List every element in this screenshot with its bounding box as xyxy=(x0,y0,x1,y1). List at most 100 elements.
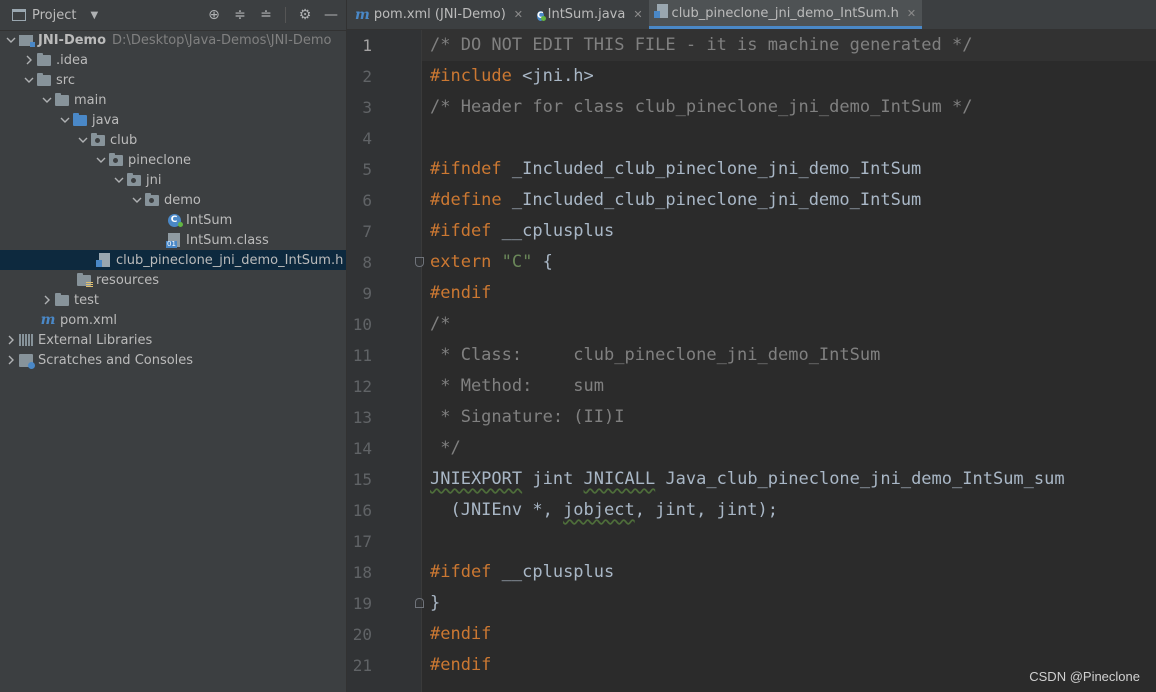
close-icon[interactable]: ✕ xyxy=(514,8,523,21)
code-line: (JNIEnv *, jobject, jint, jint); xyxy=(422,495,1156,526)
tree-item-jni-demo[interactable]: JNI-Demo D:\Desktop\Java-Demos\JNI-Demo xyxy=(0,30,346,50)
code-line: * Signature: (II)I xyxy=(422,402,1156,433)
header-file-icon xyxy=(653,4,668,22)
tree-item-label: test xyxy=(74,292,99,308)
code-line: } xyxy=(422,588,1156,619)
line-number: 5 xyxy=(362,160,372,179)
tree-item-java[interactable]: java xyxy=(0,110,346,130)
line-number: 3 xyxy=(362,98,372,117)
tree-item-main[interactable]: main xyxy=(0,90,346,110)
code-text: jint xyxy=(522,469,584,489)
line-number: 9 xyxy=(362,284,372,303)
tree-item-demo[interactable]: demo xyxy=(0,190,346,210)
code-line: #ifdef __cplusplus xyxy=(422,557,1156,588)
locate-icon[interactable]: ⊕ xyxy=(205,6,223,24)
tree-item-club[interactable]: club xyxy=(0,130,346,150)
tree-item-label: Scratches and Consoles xyxy=(38,352,194,368)
library-icon xyxy=(18,332,34,348)
keyword: extern xyxy=(430,252,492,272)
code-line: #include <jni.h> xyxy=(422,61,1156,92)
tree-item-src[interactable]: src xyxy=(0,70,346,90)
chevron-down-icon[interactable] xyxy=(76,137,90,143)
chevron-down-icon[interactable] xyxy=(40,97,54,103)
gear-icon[interactable]: ⚙ xyxy=(296,6,314,24)
directive-keyword: #endif xyxy=(430,283,492,303)
tree-item-jni[interactable]: jni xyxy=(0,170,346,190)
tree-item-header-file[interactable]: club_pineclone_jni_demo_IntSum.h xyxy=(0,250,346,270)
close-icon[interactable]: ✕ xyxy=(633,8,642,21)
code-line: JNIEXPORT jint JNICALL Java_club_pineclo… xyxy=(422,464,1156,495)
line-number: 17 xyxy=(352,532,372,551)
chevron-down-icon[interactable] xyxy=(4,37,18,43)
tree-item-intsum[interactable]: C IntSum xyxy=(0,210,346,230)
chevron-right-icon[interactable] xyxy=(4,335,18,345)
line-number: 14 xyxy=(352,439,372,458)
project-toolbar: ⊕ ≑ ≐ ⚙ — xyxy=(205,6,340,24)
tree-item-label: pineclone xyxy=(128,152,192,168)
expand-all-icon[interactable]: ≑ xyxy=(231,6,249,24)
folder-icon xyxy=(54,292,70,308)
package-icon xyxy=(90,132,106,148)
comment-text: * Class: club_pineclone_jni_demo_IntSum xyxy=(430,345,881,365)
source-folder-icon xyxy=(72,112,88,128)
minimize-icon[interactable]: — xyxy=(322,6,340,24)
code-text: { xyxy=(532,252,553,272)
chevron-down-icon[interactable] xyxy=(58,117,72,123)
project-tree: JNI-Demo D:\Desktop\Java-Demos\JNI-Demo … xyxy=(0,30,346,370)
chevron-down-icon[interactable]: ▼ xyxy=(90,10,98,21)
code-line: extern "C" { xyxy=(422,247,1156,278)
code-text: __cplusplus xyxy=(491,562,615,582)
code-editor[interactable]: /* DO NOT EDIT THIS FILE - it is machine… xyxy=(422,30,1156,692)
chevron-down-icon[interactable] xyxy=(112,177,126,183)
directive-keyword: #ifdef xyxy=(430,562,492,582)
module-path: D:\Desktop\Java-Demos\JNI-Demo xyxy=(112,32,332,48)
chevron-down-icon[interactable] xyxy=(22,77,36,83)
tree-item-label: src xyxy=(56,72,75,88)
code-line: /* xyxy=(422,309,1156,340)
tree-item-label: jni xyxy=(146,172,162,188)
project-header: Project ▼ ⊕ ≑ ≐ ⚙ — xyxy=(0,0,346,31)
class-file-icon xyxy=(166,232,182,248)
code-text: jobject xyxy=(563,500,635,520)
comment-text: */ xyxy=(430,438,461,458)
tree-item-label: java xyxy=(92,112,120,128)
tab-header-file[interactable]: club_pineclone_jni_demo_IntSum.h ✕ xyxy=(648,0,923,29)
tree-item-pom[interactable]: m pom.xml xyxy=(0,310,346,330)
tab-pom-xml[interactable]: m pom.xml (JNI-Demo) ✕ xyxy=(347,0,529,29)
directive-keyword: #include xyxy=(430,66,512,86)
class-icon: C xyxy=(166,212,183,228)
code-line: */ xyxy=(422,433,1156,464)
directive-keyword: #ifdef xyxy=(430,221,492,241)
code-line: /* Header for class club_pineclone_jni_d… xyxy=(422,92,1156,123)
directive-keyword: #endif xyxy=(430,655,492,675)
line-number-gutter[interactable]: 1 2 3 4 5 6 7 8 9 10 11 12 13 14 15 16 1… xyxy=(347,30,424,692)
tree-item-idea[interactable]: .idea xyxy=(0,50,346,70)
tree-item-resources[interactable]: resources xyxy=(0,270,346,290)
chevron-right-icon[interactable] xyxy=(22,55,36,65)
tree-item-external-libraries[interactable]: External Libraries xyxy=(0,330,346,350)
folder-icon xyxy=(36,72,52,88)
line-number: 16 xyxy=(352,501,372,520)
package-icon xyxy=(144,192,160,208)
code-line: #ifndef _Included_club_pineclone_jni_dem… xyxy=(422,154,1156,185)
tree-item-label: club xyxy=(110,132,138,148)
tree-item-scratches[interactable]: Scratches and Consoles xyxy=(0,350,346,370)
tree-item-intsum-class[interactable]: IntSum.class xyxy=(0,230,346,250)
line-number: 19 xyxy=(352,594,372,613)
directive-keyword: #define xyxy=(430,190,502,210)
collapse-all-icon[interactable]: ≐ xyxy=(257,6,275,24)
maven-icon: m xyxy=(355,6,370,23)
chevron-down-icon[interactable] xyxy=(94,157,108,163)
tab-intsum-java[interactable]: C IntSum.java ✕ xyxy=(529,0,649,29)
package-icon xyxy=(126,172,142,188)
chevron-right-icon[interactable] xyxy=(4,355,18,365)
close-icon[interactable]: ✕ xyxy=(907,7,916,20)
chevron-down-icon[interactable] xyxy=(130,197,144,203)
tree-item-pineclone[interactable]: pineclone xyxy=(0,150,346,170)
project-title[interactable]: Project xyxy=(32,8,76,23)
toolbar-divider xyxy=(285,7,286,23)
line-number: 18 xyxy=(352,563,372,582)
tree-item-test[interactable]: test xyxy=(0,290,346,310)
chevron-right-icon[interactable] xyxy=(40,295,54,305)
